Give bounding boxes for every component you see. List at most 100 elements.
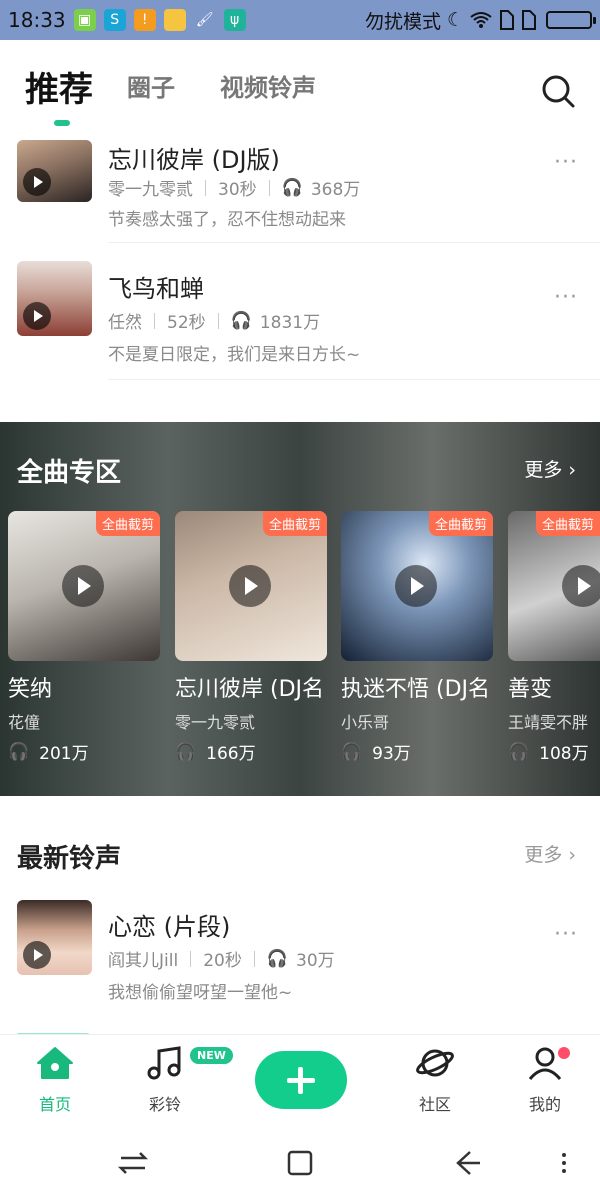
notification-dot	[558, 1047, 570, 1059]
card-title: 执迷不悟 (DJ名	[341, 677, 491, 702]
headphone-icon: 🎧	[175, 741, 197, 762]
warning-icon: !	[133, 9, 156, 31]
card-title: 善变	[508, 677, 553, 702]
more-link[interactable]: 更多 ›	[524, 840, 576, 867]
wifi-icon	[470, 12, 492, 28]
song-title: 忘川彼岸 (DJ版)	[108, 146, 280, 174]
card-cover: 全曲截剪	[508, 511, 600, 661]
more-options-icon[interactable]: ···	[554, 922, 578, 947]
headphone-icon: 🎧	[230, 310, 252, 331]
folder-icon	[163, 9, 186, 31]
add-button[interactable]	[255, 1051, 347, 1109]
song-thumbnail	[17, 140, 92, 202]
play-icon[interactable]	[229, 565, 271, 607]
more-options-icon[interactable]: ···	[554, 150, 578, 175]
system-nav-bar	[0, 1128, 600, 1200]
usb-icon: ψ	[223, 9, 246, 31]
section-title: 最新铃声	[17, 844, 122, 874]
headphone-icon: 🎧	[8, 741, 30, 762]
more-options-icon[interactable]: ···	[554, 285, 578, 310]
song-thumbnail	[17, 900, 92, 975]
card-artist: 王靖雯不胖	[508, 713, 589, 732]
switch-apps-icon[interactable]	[116, 1146, 150, 1180]
status-bar: 18:33 ▣ S ! 🖌 ψ 勿扰模式 ☾	[0, 0, 600, 40]
card-plays: 🎧 93万	[341, 741, 411, 765]
section-title: 全曲专区	[17, 458, 122, 488]
song-artist: 阎其儿Jill	[108, 951, 179, 971]
list-item[interactable]: 忘川彼岸 (DJ版) 零一九零贰 30秒 🎧 368万 节奏感太强了，忍不住想动…	[0, 135, 600, 245]
sim2-icon	[522, 10, 536, 30]
song-desc: 不是夏日限定，我们是来日方长~	[108, 345, 361, 365]
tab-recommend[interactable]: 推荐	[25, 62, 93, 111]
song-artist: 零一九零贰	[108, 180, 193, 200]
divider	[108, 379, 600, 380]
play-icon[interactable]	[23, 941, 51, 969]
song-meta: 阎其儿Jill 20秒 🎧 30万	[108, 946, 335, 972]
battery-icon	[546, 11, 596, 29]
song-plays: 1831万	[259, 313, 321, 333]
tab-video-ringtone[interactable]: 视频铃声	[220, 68, 316, 103]
song-card[interactable]: 全曲截剪 善变 王靖雯不胖 🎧 108万	[508, 511, 600, 764]
chevron-right-icon: ›	[568, 459, 576, 481]
menu-icon[interactable]	[554, 1146, 574, 1180]
moon-icon: ☾	[446, 9, 464, 31]
song-card[interactable]: 全曲截剪 执迷不悟 (DJ名 小乐哥 🎧 93万	[341, 511, 493, 764]
song-plays: 30万	[296, 951, 335, 971]
song-card[interactable]: 全曲截剪 忘川彼岸 (DJ名 零一九零贰 🎧 166万	[175, 511, 327, 764]
headphone-icon: 🎧	[281, 177, 303, 198]
nav-label: 社区	[418, 1095, 451, 1114]
play-icon[interactable]	[23, 168, 51, 196]
tab-indicator	[54, 120, 70, 126]
card-cover: 全曲截剪	[175, 511, 327, 661]
play-icon[interactable]	[62, 565, 104, 607]
headphone-icon: 🎧	[508, 741, 530, 762]
tab-circle[interactable]: 圈子	[127, 68, 175, 103]
card-plays: 🎧 166万	[175, 741, 256, 765]
bottom-nav: 首页 彩铃 NEW 社区 我的	[0, 1034, 600, 1128]
nav-mine[interactable]: 我的	[505, 1045, 585, 1115]
song-duration: 30秒	[218, 180, 257, 200]
new-badge: NEW	[190, 1047, 233, 1064]
more-link[interactable]: 更多 ›	[524, 455, 576, 482]
play-icon[interactable]	[23, 302, 51, 330]
shopping-bag-icon: ▣	[73, 9, 96, 31]
song-artist: 任然	[108, 313, 142, 333]
chevron-right-icon: ›	[568, 844, 576, 866]
full-song-zone: 全曲专区 更多 › 全曲截剪 笑纳 花僮 🎧 201万 全曲截剪 忘川彼岸 (DJ…	[0, 422, 600, 796]
nav-home[interactable]: 首页	[15, 1045, 95, 1115]
card-artist: 花僮	[8, 713, 41, 732]
card-plays: 🎧 108万	[508, 741, 589, 765]
headphone-icon: 🎧	[341, 741, 363, 762]
list-item[interactable]: 飞鸟和蝉 任然 52秒 🎧 1831万 不是夏日限定，我们是来日方长~ ···	[0, 245, 600, 385]
full-song-badge: 全曲截剪	[95, 511, 160, 536]
song-desc: 我想偷偷望呀望一望他~	[108, 983, 293, 1003]
card-title: 忘川彼岸 (DJ名	[175, 677, 325, 702]
card-cover: 全曲截剪	[8, 511, 160, 661]
song-duration: 52秒	[167, 313, 206, 333]
card-cover: 全曲截剪	[341, 511, 493, 661]
search-icon[interactable]	[540, 73, 576, 109]
song-meta: 任然 52秒 🎧 1831万	[108, 308, 321, 334]
divider	[108, 242, 600, 243]
nav-label: 我的	[528, 1095, 561, 1114]
home-square-icon[interactable]	[283, 1146, 317, 1180]
skype-icon: S	[103, 9, 126, 31]
song-title: 心恋 (片段)	[108, 913, 231, 941]
card-artist: 小乐哥	[341, 713, 390, 732]
planet-icon	[416, 1049, 454, 1077]
back-icon[interactable]	[450, 1146, 484, 1180]
song-card[interactable]: 全曲截剪 笑纳 花僮 🎧 201万	[8, 511, 160, 764]
play-icon[interactable]	[562, 565, 600, 607]
card-plays: 🎧 201万	[8, 741, 89, 765]
nav-label: 彩铃	[148, 1095, 181, 1114]
full-song-badge: 全曲截剪	[535, 511, 600, 536]
song-thumbnail	[17, 261, 92, 336]
sim-icon	[500, 10, 514, 30]
card-artist: 零一九零贰	[175, 713, 256, 732]
song-title: 飞鸟和蝉	[108, 275, 204, 303]
nav-label: 首页	[38, 1095, 71, 1114]
play-icon[interactable]	[395, 565, 437, 607]
nav-community[interactable]: 社区	[395, 1045, 475, 1115]
status-time: 18:33	[8, 8, 66, 32]
list-item[interactable]: 心恋 (片段) 阎其儿Jill 20秒 🎧 30万 我想偷偷望呀望一望他~ ··…	[0, 880, 600, 1020]
